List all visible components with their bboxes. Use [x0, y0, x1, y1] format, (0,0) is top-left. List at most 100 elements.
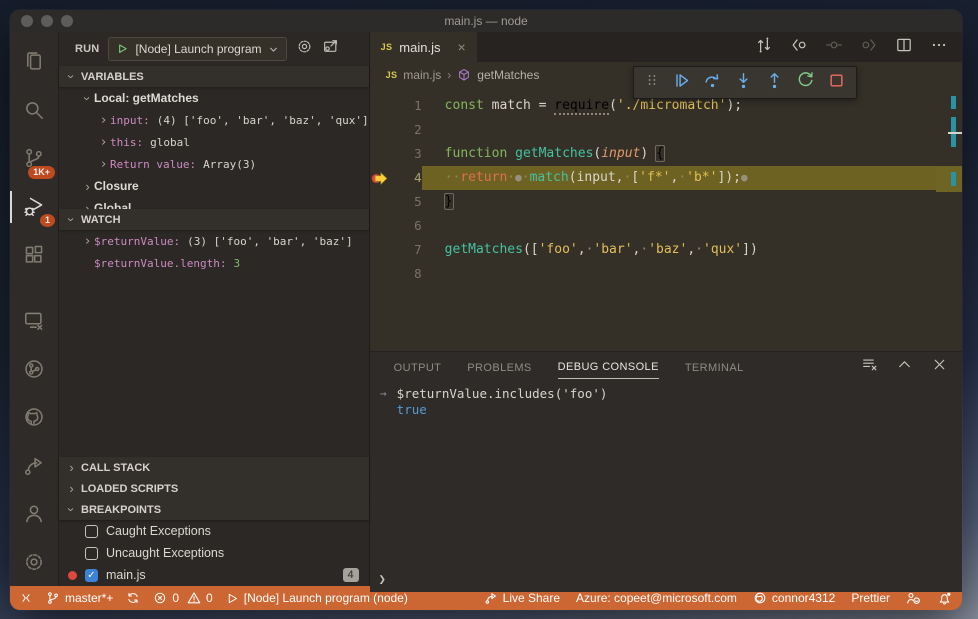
breakpoint-row[interactable]: Uncaught Exceptions: [59, 542, 369, 564]
sidebar-item-azure[interactable]: [10, 345, 58, 393]
toolbar-drag-handle[interactable]: [644, 72, 660, 93]
continue-button[interactable]: [672, 71, 691, 95]
breakpoint-gutter[interactable]: [370, 94, 392, 118]
clear-console-button[interactable]: [861, 356, 878, 378]
chevron-right-icon[interactable]: ›: [97, 158, 110, 171]
sidebar-item-run-and-debug[interactable]: 1: [10, 183, 58, 231]
close-window-button[interactable]: [21, 15, 33, 27]
scope-row[interactable]: › Global: [59, 197, 369, 209]
code-line-content[interactable]: ··return·●·match(input,·['f*',·'b*']);●: [421, 166, 962, 190]
section-header-call-stack[interactable]: › CALL STACK: [59, 457, 369, 478]
split-editor-button[interactable]: [895, 36, 913, 59]
git-branch-status[interactable]: master*+: [46, 591, 113, 605]
sidebar-item-settings[interactable]: [10, 538, 58, 586]
navigate-forward-button[interactable]: [860, 36, 878, 59]
tab-debug-console[interactable]: DEBUG CONSOLE: [557, 354, 659, 379]
breakpoint-gutter[interactable]: [370, 190, 392, 214]
title-bar[interactable]: main.js — node: [10, 10, 962, 32]
tab-output[interactable]: OUTPUT: [394, 355, 442, 379]
minimize-window-button[interactable]: [41, 15, 53, 27]
tab-terminal[interactable]: TERMINAL: [685, 355, 744, 379]
open-changes-button[interactable]: [755, 36, 773, 59]
debug-settings-button[interactable]: [296, 38, 313, 60]
code-line-content[interactable]: getMatches(['foo',·'bar',·'baz',·'qux']): [422, 238, 962, 262]
chevron-right-icon[interactable]: ›: [81, 235, 94, 248]
breakpoint-checkbox[interactable]: ✓: [85, 568, 98, 582]
close-panel-button[interactable]: [931, 356, 948, 378]
scope-row[interactable]: › Local: getMatches: [59, 87, 369, 109]
step-out-button[interactable]: [765, 71, 784, 95]
sidebar-item-live-share[interactable]: [10, 442, 58, 490]
notifications-button[interactable]: [937, 591, 952, 606]
sidebar-item-source-control[interactable]: 1K+: [10, 134, 58, 182]
step-over-button[interactable]: [703, 71, 722, 95]
maximize-panel-button[interactable]: [896, 356, 913, 378]
breakpoint-gutter[interactable]: [370, 262, 392, 286]
code-line-content[interactable]: function getMatches(input) {: [422, 142, 962, 166]
code-line-content[interactable]: [422, 214, 962, 238]
debug-reverse-button[interactable]: [825, 36, 843, 59]
breakpoint-row[interactable]: ✓ main.js 4: [59, 564, 369, 586]
sidebar-item-explorer[interactable]: [10, 38, 58, 86]
breakpoint-gutter[interactable]: [370, 214, 392, 238]
code-editor[interactable]: 1 const match = require('./micromatch'); 2…: [369, 88, 962, 351]
breadcrumb-symbol[interactable]: getMatches: [477, 68, 539, 82]
code-line[interactable]: 8: [370, 262, 962, 286]
chevron-right-icon[interactable]: ›: [81, 180, 94, 193]
breadcrumb-file[interactable]: main.js: [403, 68, 441, 82]
variable-row[interactable]: $returnValue.length: 3: [59, 252, 369, 274]
variable-row[interactable]: › this: global: [59, 131, 369, 153]
tab-problems[interactable]: PROBLEMS: [467, 355, 531, 379]
debug-console-input[interactable]: ❯: [370, 569, 386, 589]
chevron-right-icon[interactable]: ›: [97, 114, 110, 127]
problems-status[interactable]: 0 0: [153, 591, 213, 605]
open-debug-console-button[interactable]: [322, 38, 339, 60]
code-line-content[interactable]: }: [422, 190, 962, 214]
prettier-status[interactable]: Prettier: [851, 591, 890, 605]
chevron-right-icon[interactable]: ›: [81, 202, 94, 210]
sidebar-item-remote-explorer[interactable]: [10, 297, 58, 345]
code-line-content[interactable]: [422, 118, 962, 142]
more-actions-button[interactable]: [930, 36, 948, 59]
variable-row[interactable]: › $returnValue: (3) ['foo', 'bar', 'baz']: [59, 230, 369, 252]
section-header-variables[interactable]: › VARIABLES: [59, 66, 369, 87]
navigate-back-button[interactable]: [790, 36, 808, 59]
code-line[interactable]: 6: [370, 214, 962, 238]
breakpoint-row[interactable]: Caught Exceptions: [59, 520, 369, 542]
remote-indicator[interactable]: [19, 591, 33, 605]
sidebar-item-github[interactable]: [10, 393, 58, 441]
start-debugging-icon[interactable]: [116, 43, 129, 56]
zoom-window-button[interactable]: [61, 15, 73, 27]
live-share-status[interactable]: Live Share: [484, 591, 560, 605]
launch-config-dropdown[interactable]: [Node] Launch program: [108, 37, 287, 61]
variable-row[interactable]: › input: (4) ['foo', 'bar', 'baz', 'qux']: [59, 109, 369, 131]
github-account-status[interactable]: connor4312: [753, 591, 835, 605]
sidebar-item-extensions[interactable]: [10, 231, 58, 279]
sidebar-item-search[interactable]: [10, 86, 58, 134]
code-line[interactable]: 7 getMatches(['foo',·'bar',·'baz',·'qux']…: [370, 238, 962, 262]
code-line-current[interactable]: 4 ··return·●·match(input,·['f*',·'b*']);●: [370, 166, 962, 190]
current-statement-breakpoint-icon[interactable]: [370, 166, 392, 190]
scope-row[interactable]: › Closure: [59, 175, 369, 197]
feedback-button[interactable]: [906, 591, 921, 606]
tab-main-js[interactable]: JS main.js ×: [369, 32, 477, 62]
code-line-content[interactable]: [422, 262, 962, 286]
close-tab-icon[interactable]: ×: [457, 39, 465, 55]
code-line[interactable]: 2: [370, 118, 962, 142]
breakpoint-checkbox[interactable]: [85, 524, 98, 538]
variable-row[interactable]: › Return value: Array(3): [59, 153, 369, 175]
breakpoint-gutter[interactable]: [370, 118, 392, 142]
sync-changes-button[interactable]: [126, 591, 140, 605]
step-into-button[interactable]: [734, 71, 753, 95]
breakpoint-checkbox[interactable]: [85, 546, 98, 560]
sidebar-item-accounts[interactable]: [10, 490, 58, 538]
section-header-breakpoints[interactable]: › BREAKPOINTS: [59, 499, 369, 520]
azure-account-status[interactable]: Azure: copeet@microsoft.com: [576, 591, 737, 605]
restart-button[interactable]: [796, 71, 815, 95]
chevron-right-icon[interactable]: ›: [97, 136, 110, 149]
code-line[interactable]: 3 function getMatches(input) {: [370, 142, 962, 166]
stop-button[interactable]: [827, 71, 846, 95]
section-header-loaded-scripts[interactable]: › LOADED SCRIPTS: [59, 478, 369, 499]
launch-status[interactable]: [Node] Launch program (node): [226, 591, 408, 605]
code-line[interactable]: 5}: [370, 190, 962, 214]
